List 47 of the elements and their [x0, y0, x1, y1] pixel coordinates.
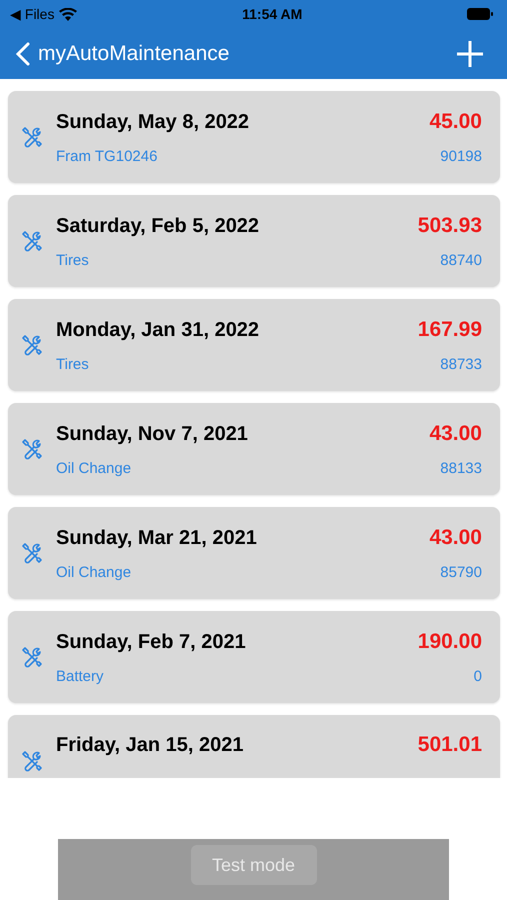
service-date: Saturday, Feb 5, 2022 [56, 214, 260, 238]
maintenance-card[interactable]: Sunday, Mar 21, 2021 43.00 Oil Change 85790 [8, 507, 500, 599]
maintenance-card[interactable]: Saturday, Feb 5, 2022 503.93 Tires 88740 [8, 195, 500, 287]
odometer-reading: 88133 [440, 460, 482, 476]
odometer-reading: 88733 [440, 356, 482, 372]
service-description: Tires [56, 356, 89, 372]
service-cost: 43.00 [429, 422, 482, 446]
odometer-reading: 90198 [440, 148, 482, 164]
tools-icon [20, 749, 44, 773]
service-cost: 503.93 [418, 214, 482, 238]
maintenance-card[interactable]: Sunday, Feb 7, 2021 190.00 Battery 0 [8, 611, 500, 703]
tools-icon [20, 125, 44, 149]
odometer-reading: 88740 [440, 252, 482, 268]
maintenance-card[interactable]: Sunday, Nov 7, 2021 43.00 Oil Change 88133 [8, 403, 500, 495]
service-date: Friday, Jan 15, 2021 [56, 734, 244, 757]
wifi-icon [59, 8, 78, 20]
service-date: Sunday, Mar 21, 2021 [56, 526, 257, 550]
tools-icon [20, 333, 44, 357]
clock-time: 11:54 AM [242, 6, 302, 22]
maintenance-card[interactable]: Sunday, May 8, 2022 45.00 Fram TG10246 90198 [8, 91, 500, 183]
service-description: Tires [56, 252, 89, 268]
maintenance-card[interactable]: Friday, Jan 15, 2021 501.01 [8, 715, 500, 778]
battery-icon [466, 8, 493, 20]
back-icon[interactable] [16, 42, 30, 66]
service-date: Sunday, May 8, 2022 [56, 110, 250, 134]
odometer-reading: 0 [474, 668, 482, 684]
service-date: Sunday, Nov 7, 2021 [56, 422, 248, 446]
tools-icon [20, 541, 44, 565]
tools-icon [20, 645, 44, 669]
service-description: Battery [56, 668, 104, 684]
service-description: Oil Change [56, 460, 132, 476]
service-description: Oil Change [56, 564, 132, 580]
maintenance-card[interactable]: Monday, Jan 31, 2022 167.99 Tires 88733 [8, 299, 500, 391]
tools-icon [20, 437, 44, 461]
service-cost: 501.01 [418, 733, 482, 757]
service-cost: 43.00 [429, 526, 482, 550]
nav-title: myAutoMaintenance [38, 42, 230, 66]
odometer-reading: 85790 [440, 564, 482, 580]
service-cost: 167.99 [418, 318, 482, 342]
service-cost: 45.00 [429, 110, 482, 134]
back-to-app-link[interactable]: ◀ Files [10, 6, 54, 22]
service-description: Fram TG10246 [56, 148, 158, 164]
service-cost: 190.00 [418, 630, 482, 654]
service-date: Monday, Jan 31, 2022 [56, 318, 260, 342]
tools-icon [20, 229, 44, 253]
add-icon[interactable] [457, 40, 483, 66]
service-date: Sunday, Feb 7, 2021 [56, 630, 246, 654]
